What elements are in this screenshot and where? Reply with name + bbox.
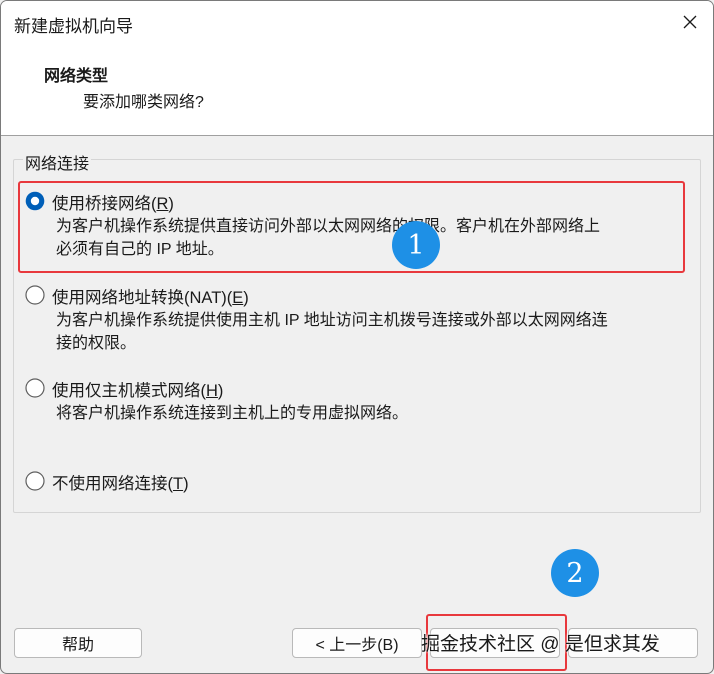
radio-unchecked-icon[interactable]: [25, 471, 45, 491]
step-badge-2: 2: [551, 549, 599, 597]
page-title: 网络类型: [44, 68, 109, 85]
option-description: 为客户机操作系统提供使用主机 IP 地址访问主机拨号连接或外部以太网网络连 接的…: [56, 312, 608, 352]
page-subtitle: 要添加哪类网络?: [83, 94, 204, 111]
help-button[interactable]: 帮助: [14, 628, 142, 658]
option-label: 使用仅主机模式网络(H): [52, 382, 224, 400]
close-button[interactable]: [667, 1, 713, 43]
radio-unchecked-icon[interactable]: [25, 378, 45, 398]
watermark: 掘金技术社区 @ 是但求其发: [421, 634, 660, 655]
back-button[interactable]: < 上一步(B): [292, 628, 422, 658]
option-label: 不使用网络连接(T): [52, 475, 189, 493]
title-bar: 新建虚拟机向导: [1, 1, 713, 43]
header-panel: 网络类型 要添加哪类网络?: [1, 43, 713, 136]
close-icon: [683, 15, 697, 29]
step-badge-1: 1: [392, 221, 440, 269]
radio-unchecked-icon[interactable]: [25, 285, 45, 305]
option-label: 使用网络地址转换(NAT)(E): [52, 289, 249, 307]
window-title: 新建虚拟机向导: [14, 17, 133, 36]
highlight-box-bridged: [18, 181, 685, 273]
option-description: 将客户机操作系统连接到主机上的专用虚拟网络。: [56, 405, 409, 422]
wizard-window: 新建虚拟机向导 网络类型 要添加哪类网络? 网络连接 使用桥接网络(R) 为客户…: [0, 0, 714, 674]
group-label: 网络连接: [23, 150, 92, 174]
